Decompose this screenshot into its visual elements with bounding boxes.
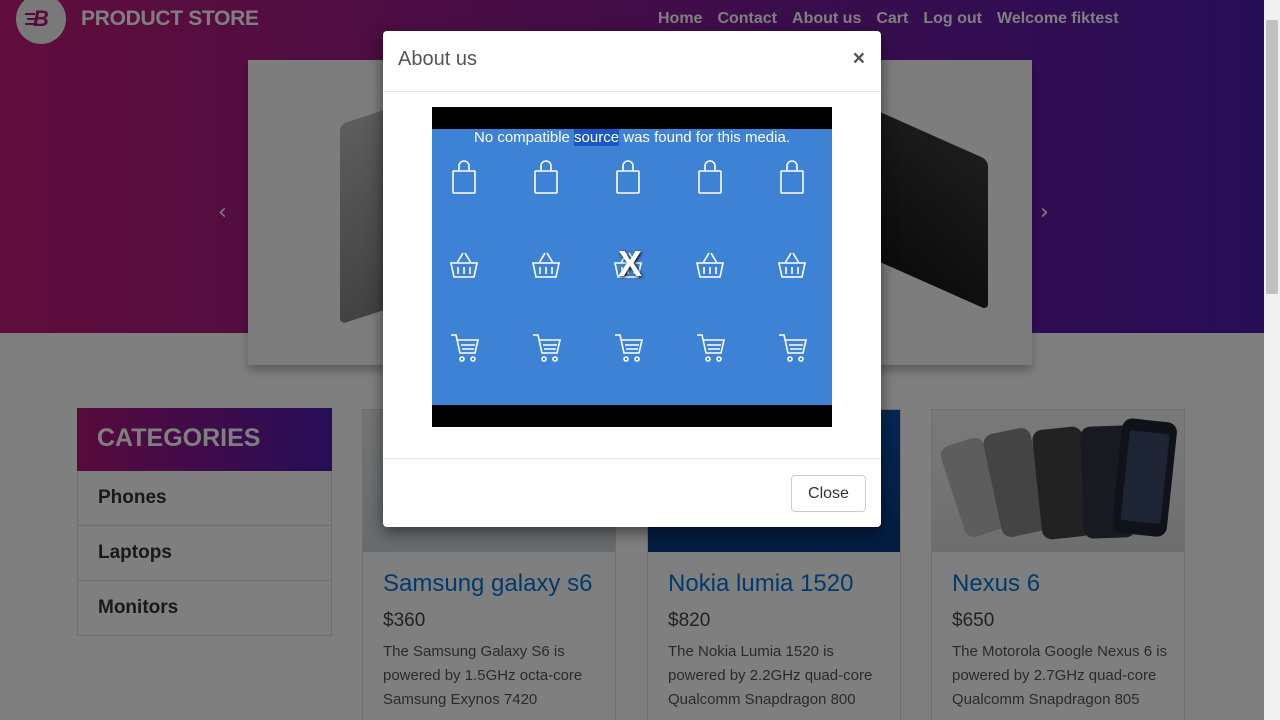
- cart-icon: [697, 334, 726, 362]
- bag-icon: [452, 160, 476, 194]
- modal-header: About us ×: [383, 31, 881, 92]
- bag-icon: [534, 160, 558, 194]
- cart-icon: [779, 334, 808, 362]
- scrollbar[interactable]: [1264, 0, 1280, 720]
- cart-icon: [451, 334, 480, 362]
- video-player[interactable]: No compatible source was found for this …: [432, 107, 832, 427]
- bag-icon: [616, 160, 640, 194]
- cart-icon: [615, 334, 644, 362]
- video-error-x-icon: X: [618, 243, 643, 284]
- video-error-text: No compatible: [473, 129, 575, 146]
- video-error-message: No compatible source was found for this …: [432, 129, 832, 146]
- basket-icon: [450, 252, 478, 278]
- about-us-modal: About us × No compatible source was foun…: [383, 31, 881, 527]
- basket-icon: [696, 252, 724, 278]
- video-error-highlight: source: [574, 129, 620, 146]
- bag-icon: [780, 160, 804, 194]
- basket-icon: [778, 252, 806, 278]
- basket-icon: [532, 252, 560, 278]
- close-button[interactable]: Close: [791, 475, 866, 512]
- cart-icon: [533, 334, 562, 362]
- bag-icon: [698, 160, 722, 194]
- close-icon[interactable]: ×: [853, 47, 865, 71]
- modal-footer: Close: [383, 458, 881, 527]
- modal-title: About us: [398, 48, 477, 70]
- video-error-text-end: was found for this media.: [619, 129, 790, 146]
- scrollbar-thumb[interactable]: [1266, 20, 1278, 294]
